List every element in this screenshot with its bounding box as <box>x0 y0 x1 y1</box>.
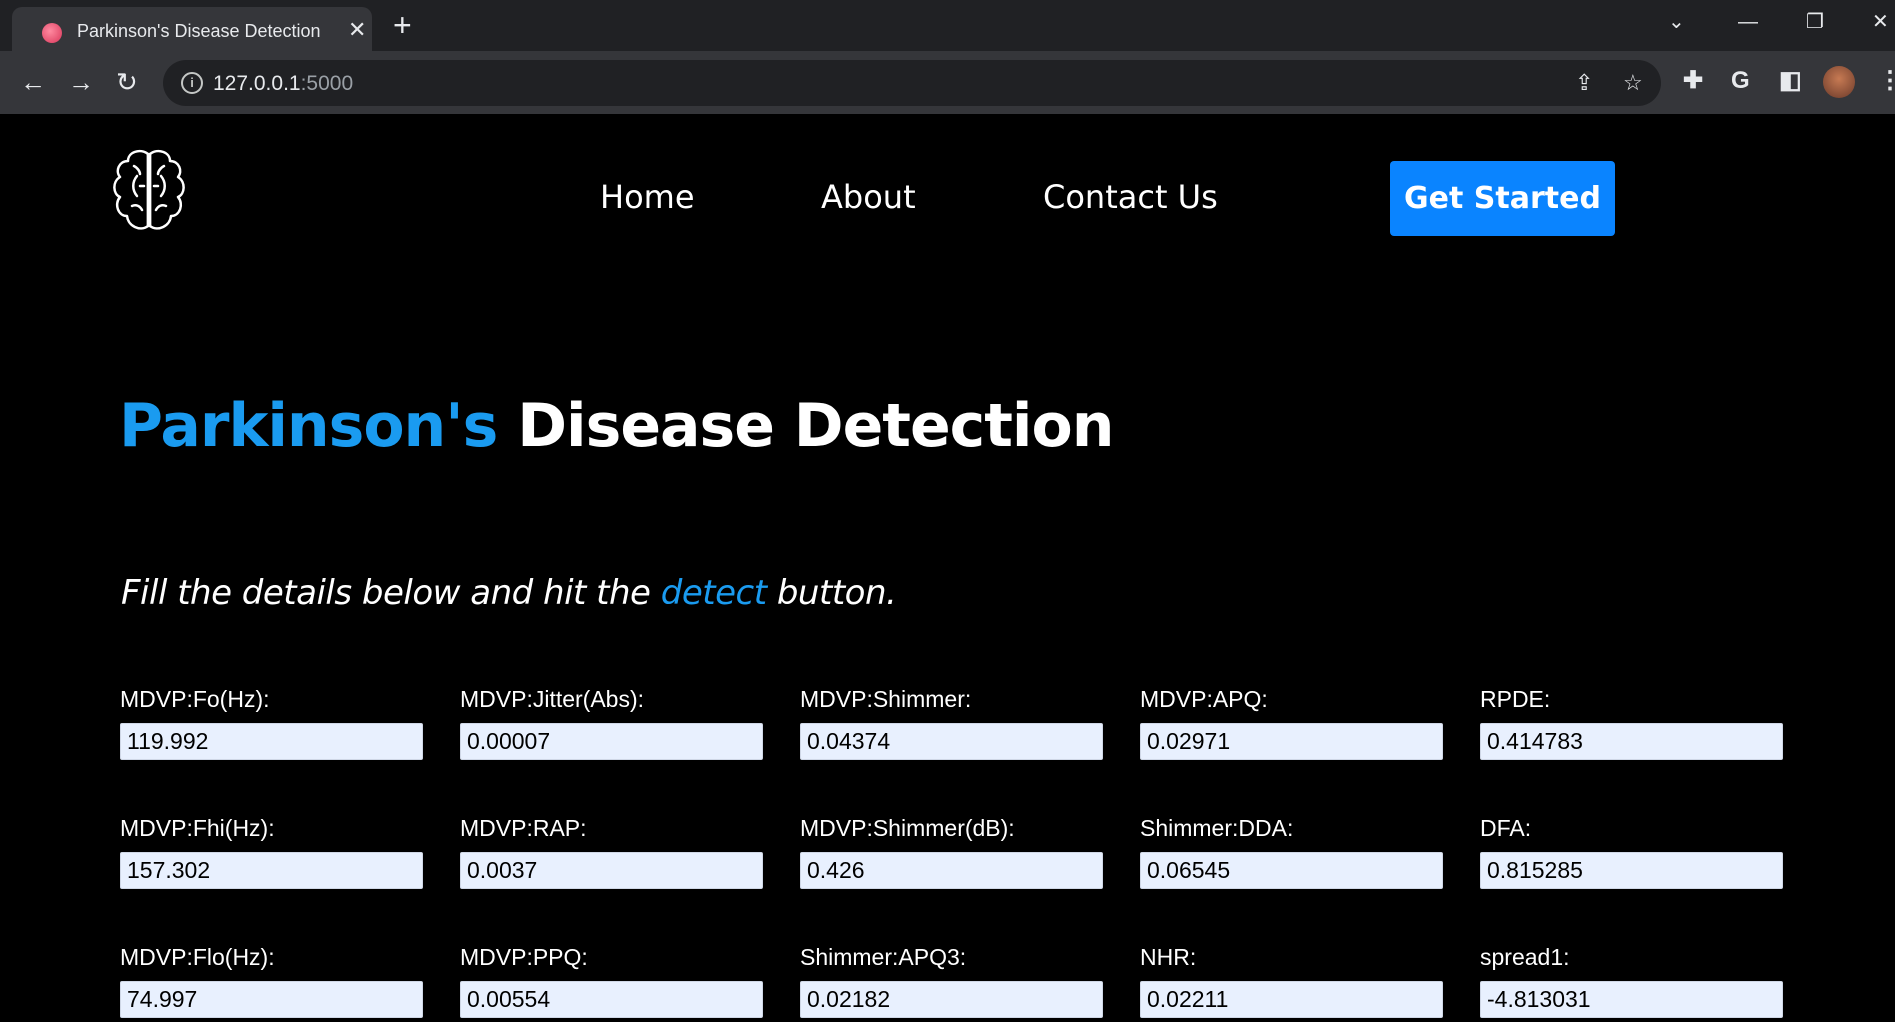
field-mdvp-shimmer-db: MDVP:Shimmer(dB): <box>800 815 1105 889</box>
address-bar[interactable]: i 127.0.0.1:5000 ⇪ ☆ <box>163 60 1661 106</box>
field-mdvp-flo: MDVP:Flo(Hz): <box>120 944 425 1018</box>
nav-contact-link[interactable]: Contact Us <box>1043 178 1218 216</box>
mdvp-apq-input[interactable] <box>1140 723 1443 760</box>
minimize-icon[interactable]: — <box>1738 10 1758 34</box>
brain-favicon-icon <box>42 23 62 43</box>
mdvp-jitter-abs-input[interactable] <box>460 723 763 760</box>
mdvp-shimmer-db-input[interactable] <box>800 852 1103 889</box>
field-label: Shimmer:APQ3: <box>800 944 967 970</box>
bookmark-star-icon[interactable]: ☆ <box>1623 70 1643 96</box>
field-label: Shimmer:DDA: <box>1140 815 1294 841</box>
field-label: DFA: <box>1480 815 1532 841</box>
field-mdvp-shimmer: MDVP:Shimmer: <box>800 686 1105 760</box>
nav-about-link[interactable]: About <box>821 178 916 216</box>
reload-icon[interactable]: ↻ <box>116 67 138 97</box>
spread1-input[interactable] <box>1480 981 1783 1018</box>
field-label: MDVP:RAP: <box>460 815 587 841</box>
extensions-icon[interactable]: ✚ <box>1683 66 1703 96</box>
menu-kebab-icon[interactable]: ⋮ <box>1878 66 1895 96</box>
instructions-text: Fill the details below and hit the detec… <box>121 573 897 613</box>
field-label: MDVP:PPQ: <box>460 944 588 970</box>
share-icon[interactable]: ⇪ <box>1575 70 1593 96</box>
mdvp-fo-input[interactable] <box>120 723 423 760</box>
browser-tab[interactable]: Parkinson's Disease Detection ✕ <box>12 7 372 51</box>
close-tab-icon[interactable]: ✕ <box>348 18 366 42</box>
tab-title: Parkinson's Disease Detection <box>77 21 321 41</box>
field-nhr: NHR: <box>1140 944 1445 1018</box>
field-label: RPDE: <box>1480 686 1551 712</box>
shimmer-apq3-input[interactable] <box>800 981 1103 1018</box>
field-mdvp-apq: MDVP:APQ: <box>1140 686 1445 760</box>
mdvp-shimmer-input[interactable] <box>800 723 1103 760</box>
field-mdvp-fhi: MDVP:Fhi(Hz): <box>120 815 425 889</box>
nhr-input[interactable] <box>1140 981 1443 1018</box>
url-text: 127.0.0.1:5000 <box>213 72 354 95</box>
field-label: MDVP:Jitter(Abs): <box>460 686 645 712</box>
nav-home-link[interactable]: Home <box>600 178 695 216</box>
mdvp-flo-input[interactable] <box>120 981 423 1018</box>
field-label: MDVP:Fhi(Hz): <box>120 815 275 841</box>
field-shimmer-dda: Shimmer:DDA: <box>1140 815 1445 889</box>
brain-logo-icon[interactable] <box>110 146 188 236</box>
rpde-input[interactable] <box>1480 723 1783 760</box>
side-panel-icon[interactable]: ◧ <box>1779 66 1802 96</box>
profile-avatar[interactable] <box>1823 66 1855 98</box>
close-window-icon[interactable]: ✕ <box>1872 10 1889 34</box>
field-mdvp-jitter-abs: MDVP:Jitter(Abs): <box>460 686 765 760</box>
field-mdvp-ppq: MDVP:PPQ: <box>460 944 765 1018</box>
field-label: NHR: <box>1140 944 1197 970</box>
field-label: MDVP:Flo(Hz): <box>120 944 275 970</box>
field-mdvp-rap: MDVP:RAP: <box>460 815 765 889</box>
browser-tab-bar: Parkinson's Disease Detection ✕ + ⌄ — ❐ … <box>0 0 1895 51</box>
page-content: Home About Contact Us Get Started Parkin… <box>0 116 1895 1022</box>
field-label: MDVP:Fo(Hz): <box>120 686 270 712</box>
field-rpde: RPDE: <box>1480 686 1785 760</box>
shimmer-dda-input[interactable] <box>1140 852 1443 889</box>
field-mdvp-fo: MDVP:Fo(Hz): <box>120 686 425 760</box>
field-shimmer-apq3: Shimmer:APQ3: <box>800 944 1105 1018</box>
get-started-button[interactable]: Get Started <box>1390 161 1615 236</box>
field-dfa: DFA: <box>1480 815 1785 889</box>
page-title: Parkinson's Disease Detection <box>119 391 1114 461</box>
back-icon[interactable]: ← <box>20 67 46 97</box>
tab-search-icon[interactable]: ⌄ <box>1668 10 1685 34</box>
new-tab-icon[interactable]: + <box>393 9 412 41</box>
site-info-icon[interactable]: i <box>181 72 203 94</box>
browser-toolbar: ← → ↻ i 127.0.0.1:5000 ⇪ ☆ ✚ G ◧ ⋮ <box>0 51 1895 114</box>
google-extension-icon[interactable]: G <box>1731 66 1750 96</box>
mdvp-ppq-input[interactable] <box>460 981 763 1018</box>
mdvp-rap-input[interactable] <box>460 852 763 889</box>
field-label: MDVP:Shimmer(dB): <box>800 815 1015 841</box>
forward-icon[interactable]: → <box>68 67 94 97</box>
field-label: MDVP:APQ: <box>1140 686 1268 712</box>
field-label: MDVP:Shimmer: <box>800 686 972 712</box>
mdvp-fhi-input[interactable] <box>120 852 423 889</box>
restore-icon[interactable]: ❐ <box>1806 10 1824 34</box>
field-spread1: spread1: <box>1480 944 1785 1018</box>
field-label: spread1: <box>1480 944 1570 970</box>
dfa-input[interactable] <box>1480 852 1783 889</box>
